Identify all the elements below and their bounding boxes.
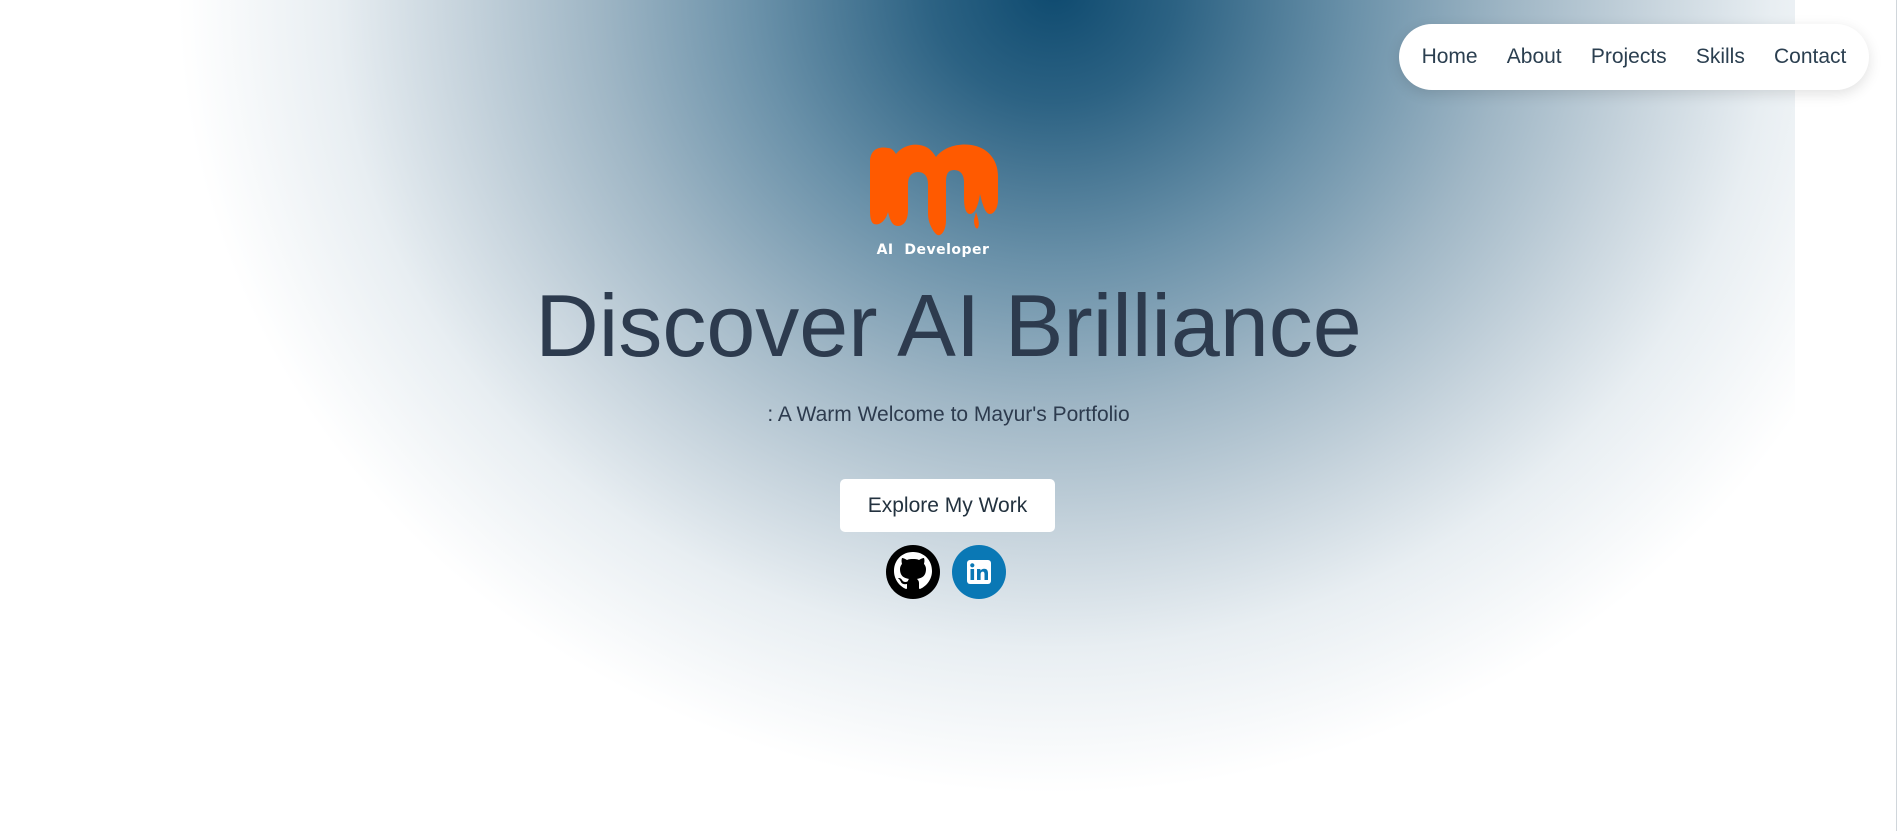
social-links xyxy=(886,545,1006,599)
top-nav: Home About Projects Skills Contact xyxy=(1399,24,1869,90)
logo: AI Developer xyxy=(866,142,1000,262)
page: Home About Projects Skills Contact AI De… xyxy=(0,0,1897,831)
hero-subtitle: : A Warm Welcome to Mayur's Portfolio xyxy=(767,403,1130,426)
linkedin-link[interactable] xyxy=(952,545,1006,599)
explore-my-work-button[interactable]: Explore My Work xyxy=(840,479,1055,532)
logo-subtitle: AI Developer xyxy=(876,242,990,258)
github-icon xyxy=(886,545,940,599)
nav-item-projects[interactable]: Projects xyxy=(1585,39,1673,75)
nav-item-home[interactable]: Home xyxy=(1416,39,1484,75)
nav-item-skills[interactable]: Skills xyxy=(1690,39,1751,75)
nav-item-about[interactable]: About xyxy=(1501,39,1568,75)
linkedin-icon xyxy=(952,545,1006,599)
nav-item-contact[interactable]: Contact xyxy=(1768,39,1852,75)
logo-m-icon xyxy=(870,144,998,236)
github-link[interactable] xyxy=(886,545,940,599)
hero-title: Discover AI Brilliance xyxy=(535,276,1362,375)
